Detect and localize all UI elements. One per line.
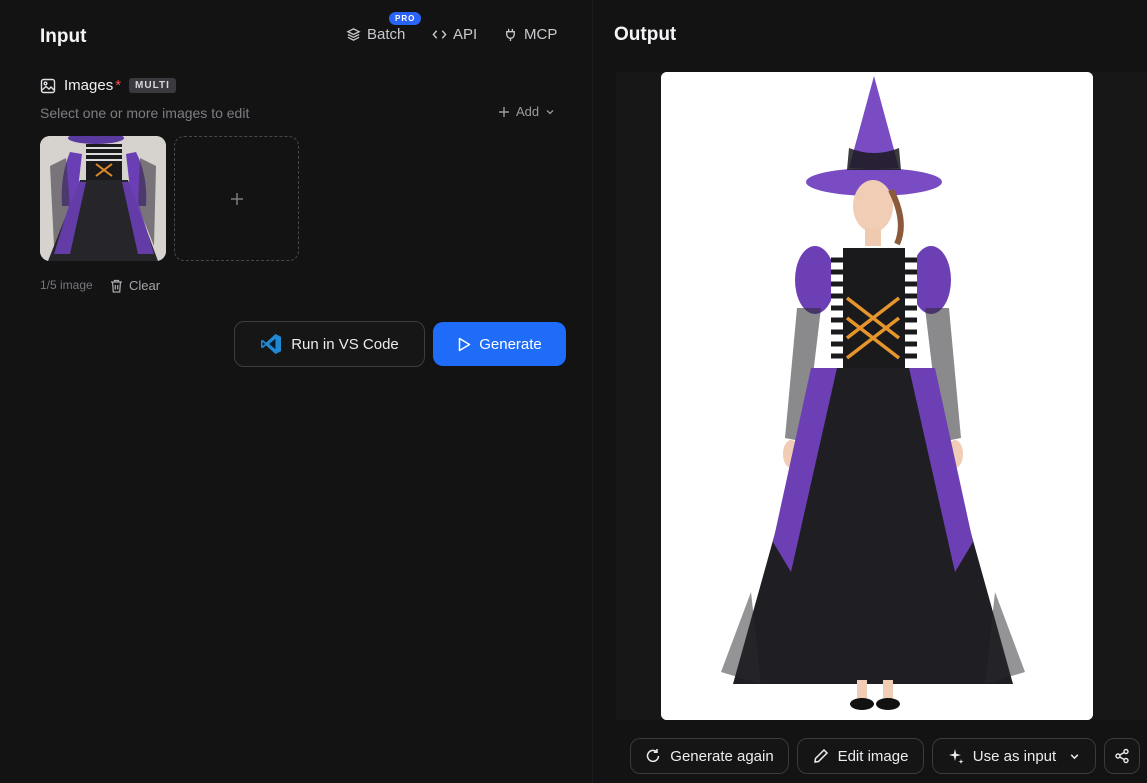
generate-label: Generate	[479, 335, 542, 353]
image-icon	[40, 78, 56, 93]
output-image[interactable]	[661, 72, 1093, 720]
multi-badge: MULTI	[129, 78, 176, 93]
sparkle-icon	[948, 749, 964, 764]
image-count: 1/5 image	[40, 278, 93, 292]
add-label: Add	[516, 104, 540, 119]
clear-button[interactable]: Clear	[110, 278, 160, 293]
generate-again-button[interactable]: Generate again	[630, 738, 789, 774]
input-panel: Input PRO Batch API MCP Images * MULTI S…	[0, 0, 590, 783]
panel-divider	[592, 0, 593, 783]
run-in-vscode-label: Run in VS Code	[291, 335, 399, 353]
vscode-icon	[261, 334, 282, 354]
code-icon	[432, 30, 447, 39]
required-mark: *	[115, 77, 122, 94]
edit-image-button[interactable]: Edit image	[797, 738, 924, 774]
share-icon	[1115, 748, 1129, 764]
generate-button[interactable]: Generate	[433, 322, 566, 366]
nav-mcp-label: MCP	[524, 26, 558, 43]
use-as-input-button[interactable]: Use as input	[932, 738, 1096, 774]
refresh-icon	[647, 749, 660, 763]
witch-costume-output-image	[661, 72, 1093, 720]
add-button[interactable]: Add	[498, 104, 555, 119]
plus-icon	[230, 192, 243, 205]
chevron-down-icon	[1070, 753, 1079, 759]
generate-again-label: Generate again	[670, 747, 774, 765]
images-label: Images	[64, 77, 114, 94]
uploaded-image-thumbnail[interactable]	[40, 136, 166, 261]
share-button[interactable]	[1104, 738, 1140, 774]
trash-icon	[111, 279, 122, 293]
play-icon	[458, 337, 471, 351]
nav-batch[interactable]: Batch	[346, 26, 405, 43]
layers-icon	[346, 28, 361, 41]
plug-icon	[506, 28, 515, 42]
nav-mcp[interactable]: MCP	[503, 26, 557, 43]
use-as-input-label: Use as input	[972, 747, 1057, 765]
edit-image-label: Edit image	[837, 747, 909, 765]
pencil-icon	[813, 748, 828, 763]
images-hint: Select one or more images to edit	[40, 105, 250, 121]
plus-icon	[499, 106, 509, 117]
chevron-down-icon	[546, 109, 554, 114]
clear-label: Clear	[129, 278, 161, 293]
nav-api-label: API	[453, 26, 478, 43]
nav-api[interactable]: API	[432, 26, 477, 43]
dress-thumbnail-image	[40, 136, 166, 261]
pro-badge: PRO	[389, 12, 422, 25]
input-title: Input	[40, 26, 87, 47]
nav-batch-label: Batch	[367, 26, 406, 43]
add-image-dropzone[interactable]	[174, 136, 299, 261]
output-title: Output	[614, 24, 677, 45]
images-field-label: Images * MULTI	[40, 77, 176, 94]
run-in-vscode-button[interactable]: Run in VS Code	[234, 321, 425, 367]
